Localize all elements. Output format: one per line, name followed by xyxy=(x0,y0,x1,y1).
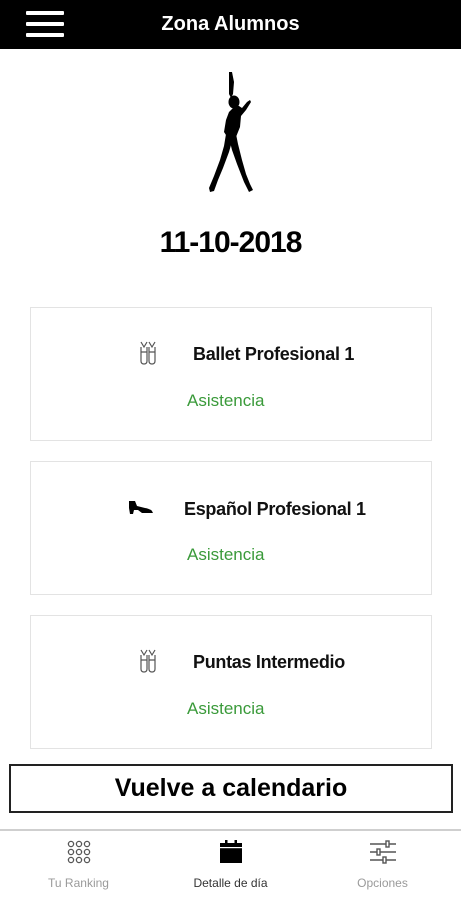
class-card[interactable]: Puntas Intermedio Asistencia xyxy=(30,615,432,749)
class-card[interactable]: Ballet Profesional 1 Asistencia xyxy=(30,307,432,441)
ballet-shoes-icon xyxy=(140,649,156,673)
class-name: Ballet Profesional 1 xyxy=(193,344,355,364)
heel-shoe-icon xyxy=(129,501,153,514)
selected-date: 11-10-2018 xyxy=(159,226,303,259)
dancer-silhouette-icon xyxy=(209,72,253,192)
class-name: Puntas Intermedio xyxy=(193,652,345,672)
page-title: Zona Alumnos xyxy=(161,13,300,35)
tab-label: Tu Ranking xyxy=(48,876,109,890)
attendance-status: Asistencia xyxy=(187,391,265,410)
top-bar: Zona Alumnos xyxy=(0,0,461,49)
class-card[interactable]: Español Profesional 1 Asistencia xyxy=(30,461,432,595)
ballet-shoes-icon xyxy=(140,341,156,365)
tab-tu-ranking[interactable]: Tu Ranking xyxy=(2,831,155,902)
back-to-calendar-button[interactable]: Vuelve a calendario xyxy=(9,764,453,813)
bottom-navigation: Tu Ranking Detalle de día Opciones xyxy=(0,829,461,902)
attendance-status: Asistencia xyxy=(187,545,265,564)
grid-icon xyxy=(67,840,90,864)
calendar-icon xyxy=(219,840,242,863)
sliders-icon xyxy=(369,840,396,864)
tab-detalle-de-dia[interactable]: Detalle de día xyxy=(154,831,307,902)
class-name: Español Profesional 1 xyxy=(184,499,366,519)
tab-opciones[interactable]: Opciones xyxy=(306,831,459,902)
attendance-status: Asistencia xyxy=(187,699,265,718)
tab-label: Detalle de día xyxy=(193,876,268,890)
tab-label: Opciones xyxy=(357,876,408,890)
